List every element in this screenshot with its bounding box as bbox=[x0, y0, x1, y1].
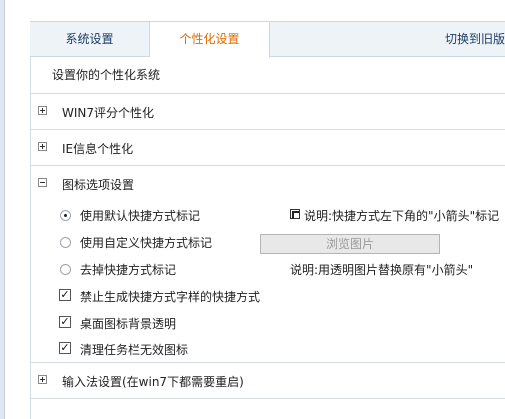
tab-system-settings[interactable]: 系统设置 bbox=[30, 22, 150, 57]
expand-plus-icon[interactable] bbox=[38, 106, 47, 115]
checkbox-desktop-transparent[interactable]: ✓ bbox=[59, 316, 71, 328]
checkbox-clean-tray[interactable]: ✓ bbox=[59, 342, 71, 354]
section-label: WIN7评分个性化 bbox=[62, 106, 155, 120]
left-border bbox=[0, 0, 5, 419]
radio-default-shortcut[interactable] bbox=[60, 210, 71, 221]
page-subtitle: 设置你的个性化系统 bbox=[52, 68, 161, 82]
collapse-minus-icon[interactable] bbox=[38, 178, 47, 187]
section-label: 图标选项设置 bbox=[62, 178, 135, 192]
note-shortcut-arrow: 说明:快捷方式左下角的"小箭头"标记 bbox=[304, 209, 500, 223]
option-label-default: 使用默认快捷方式标记 bbox=[80, 209, 201, 223]
tab-bar: 系统设置 个性化设置 切换到旧版 bbox=[30, 21, 505, 58]
expand-plus-icon[interactable] bbox=[38, 142, 47, 151]
option-label-remove: 去掉快捷方式标记 bbox=[80, 263, 177, 277]
shortcut-arrow-icon bbox=[290, 209, 300, 219]
section-ime-settings[interactable]: 输入法设置(在win7下都需要重启) bbox=[30, 362, 505, 398]
radio-remove-shortcut[interactable] bbox=[60, 264, 71, 275]
settings-window: 系统设置 个性化设置 切换到旧版 设置你的个性化系统 WIN7评分个性化 IE信… bbox=[0, 0, 505, 419]
expand-plus-icon[interactable] bbox=[38, 375, 47, 384]
content-border bbox=[30, 21, 31, 419]
section-ie-info[interactable]: IE信息个性化 bbox=[30, 129, 505, 165]
section-icon-options[interactable]: 图标选项设置 bbox=[30, 165, 505, 201]
browse-image-button[interactable]: 浏览图片 bbox=[260, 234, 440, 254]
section-label: 输入法设置(在win7下都需要重启) bbox=[62, 375, 244, 389]
checkbox-label-no-suffix: 禁止生成快捷方式字样的快捷方式 bbox=[80, 290, 261, 304]
checkbox-label-clean-tray: 清理任务栏无效图标 bbox=[80, 343, 189, 357]
note-transparent-replace: 说明:用透明图片替换原有"小箭头" bbox=[290, 263, 474, 277]
radio-custom-shortcut[interactable] bbox=[60, 237, 71, 248]
section-label: IE信息个性化 bbox=[62, 142, 134, 156]
section-divider bbox=[30, 398, 505, 419]
option-label-custom: 使用自定义快捷方式标记 bbox=[80, 236, 213, 250]
checkbox-label-transparent: 桌面图标背景透明 bbox=[80, 317, 177, 331]
tab-personalization[interactable]: 个性化设置 bbox=[150, 22, 270, 58]
checkbox-no-shortcut-suffix[interactable]: ✓ bbox=[59, 289, 71, 301]
section-win7-score[interactable]: WIN7评分个性化 bbox=[30, 93, 505, 129]
switch-old-version-link[interactable]: 切换到旧版 bbox=[355, 22, 505, 57]
